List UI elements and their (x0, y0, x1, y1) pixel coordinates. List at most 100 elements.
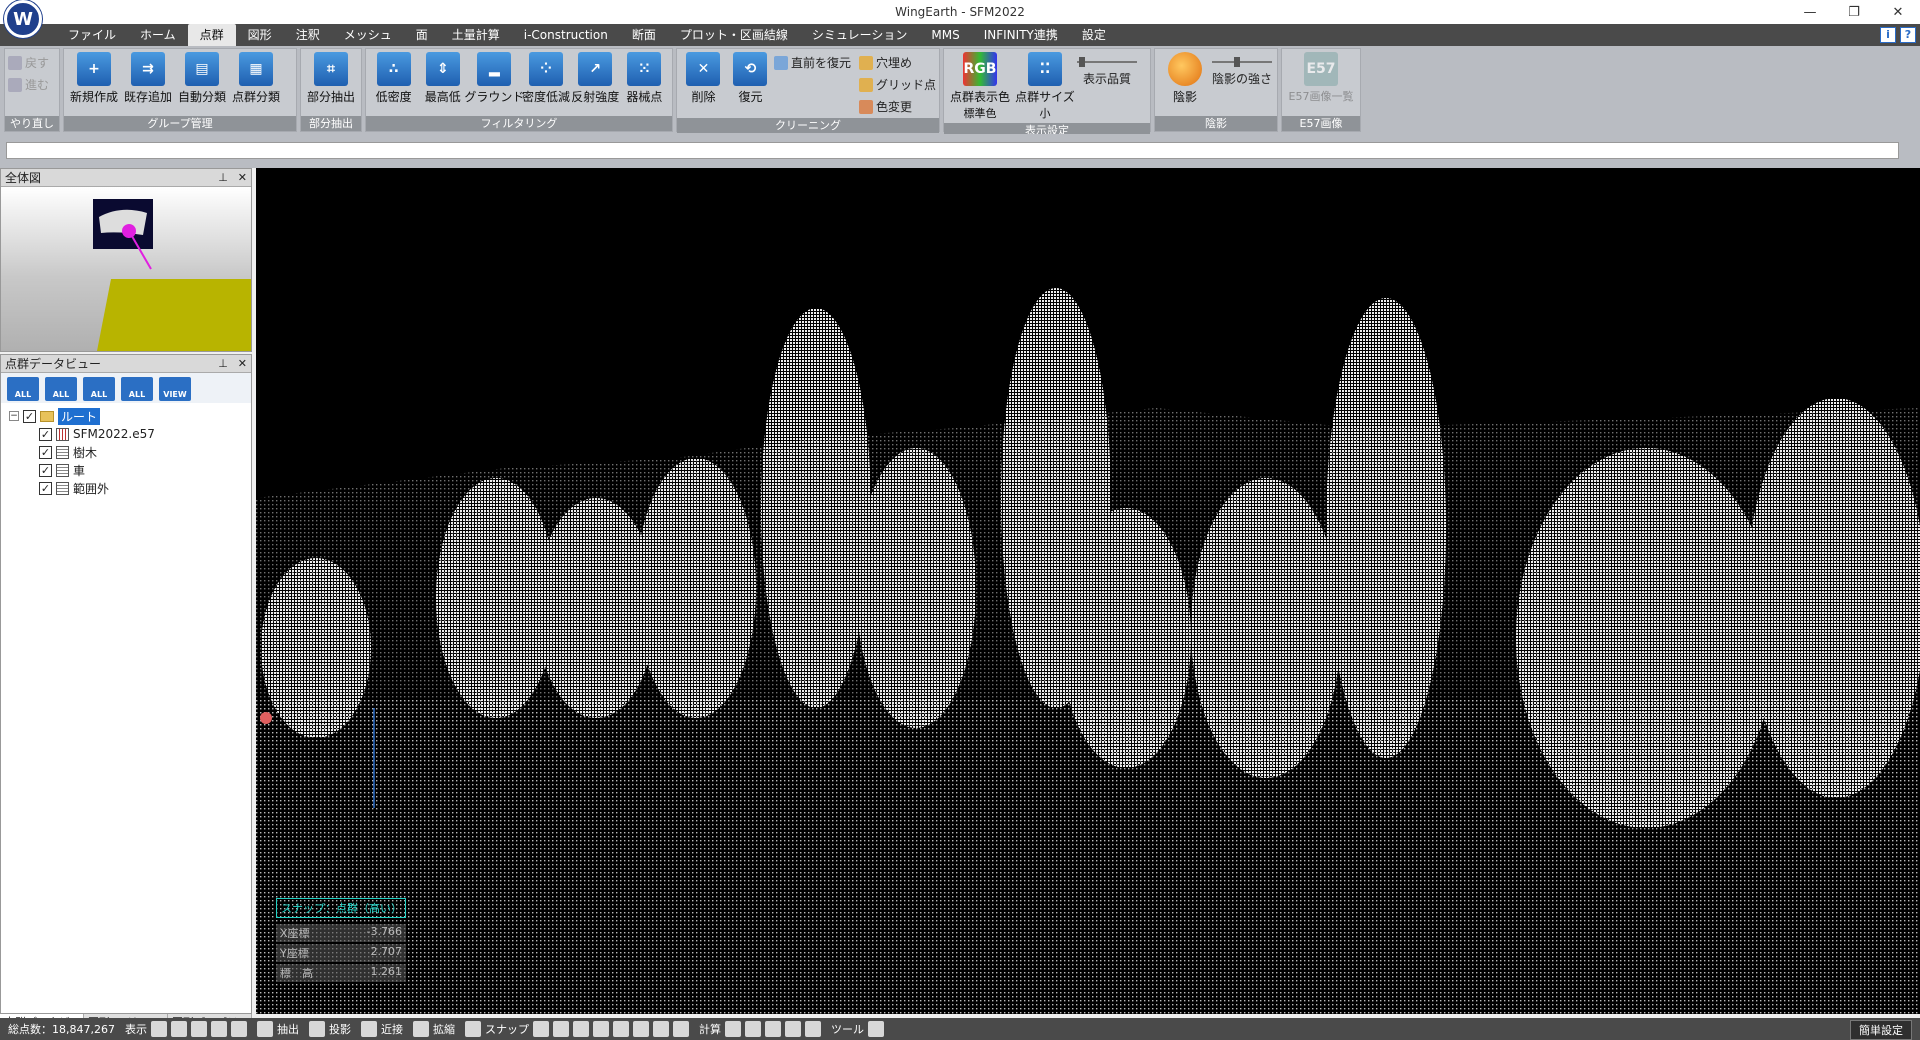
classify-button[interactable]: ▦ 点群分類 (229, 51, 283, 114)
tab-point-cloud[interactable]: 点群 (187, 24, 236, 46)
shading-button[interactable]: 陰影 (1158, 51, 1212, 114)
tab-i-construction[interactable]: i-Construction (512, 24, 620, 46)
snap-mode-icon[interactable] (552, 1021, 569, 1037)
point-color-button[interactable]: RGB 点群表示色 標準色 (947, 51, 1013, 121)
zoom-icon[interactable] (464, 1021, 481, 1037)
color-change-button[interactable]: 色変更 (858, 97, 936, 116)
view-button[interactable]: VIEW (159, 377, 191, 401)
tab-section[interactable]: 断面 (620, 24, 668, 46)
3d-viewport[interactable]: スナップ：点群（高い） X座標 -3.766 Y座標 2.707 標 高 1.261 (256, 168, 1920, 1014)
snap-mode-icon[interactable] (532, 1021, 549, 1037)
fill-holes-button[interactable]: 穴埋め (858, 53, 936, 72)
snap-mode-icon[interactable] (652, 1021, 669, 1037)
delete-button[interactable]: ✕ 削除 (680, 51, 727, 116)
group-shading: 陰影 陰影の強さ 陰影 (1154, 48, 1278, 132)
grid-points-button[interactable]: グリッド点 (858, 75, 936, 94)
restore-previous-button[interactable]: 直前を復元 (773, 53, 851, 72)
restore-button[interactable]: ❐ (1832, 0, 1876, 24)
display-mode-icon[interactable] (190, 1021, 207, 1037)
snap-mode-icon[interactable] (612, 1021, 629, 1037)
calc-mode-icon[interactable] (804, 1021, 821, 1037)
item-checkbox[interactable]: ✓ (39, 427, 52, 441)
tree-item[interactable]: ✓ 車 (9, 461, 251, 479)
tab-surface[interactable]: 面 (404, 24, 440, 46)
add-existing-button[interactable]: ⇉ 既存追加 (121, 51, 175, 114)
e57-list-button[interactable]: E57 E57画像一覧 (1285, 51, 1357, 114)
near-icon[interactable] (360, 1021, 377, 1037)
easy-settings-button[interactable]: 簡単設定 (1850, 1020, 1912, 1040)
tab-settings[interactable]: 設定 (1070, 24, 1118, 46)
tab-plot[interactable]: プロット・区画結線 (668, 24, 800, 46)
tree-item[interactable]: ✓ SFM2022.e57 (9, 425, 251, 443)
select-all-button[interactable]: ALL (7, 377, 39, 401)
tab-shapes[interactable]: 図形 (236, 24, 284, 46)
tab-home[interactable]: ホーム (128, 24, 188, 46)
new-group-button[interactable]: + 新規作成 (67, 51, 121, 114)
calc-mode-icon[interactable] (764, 1021, 781, 1037)
projection-icon[interactable] (308, 1021, 325, 1037)
snap-mode-icon[interactable] (632, 1021, 649, 1037)
tree-item[interactable]: ✓ 樹木 (9, 443, 251, 461)
tab-annotation[interactable]: 注釈 (284, 24, 332, 46)
item-checkbox[interactable]: ✓ (39, 481, 52, 495)
tree-root[interactable]: − ✓ ルート (9, 407, 251, 425)
snap-mode-icon[interactable] (672, 1021, 689, 1037)
info-icon[interactable]: i (1880, 27, 1896, 43)
reflectance-button[interactable]: ↗ 反射強度 (571, 51, 620, 114)
partial-extract-button[interactable]: ⌗ 部分抽出 (304, 51, 358, 114)
display-mode-icon[interactable] (210, 1021, 227, 1037)
tab-earthwork[interactable]: 土量計算 (440, 24, 512, 46)
undo-button[interactable]: 戻す (8, 53, 49, 72)
redo-button[interactable]: 進む (8, 75, 49, 94)
group-label-shading: 陰影 (1155, 116, 1277, 131)
uncheck-all-button[interactable]: ALL (121, 377, 153, 401)
point-size-button[interactable]: ⁚⁚ 点群サイズ小 (1013, 51, 1077, 121)
display-quality-slider[interactable] (1077, 57, 1137, 67)
help-icon[interactable]: ? (1900, 27, 1916, 43)
ground-button[interactable]: ▂ グラウンド (464, 51, 524, 114)
minimize-button[interactable]: — (1788, 0, 1832, 24)
tab-mms[interactable]: MMS (919, 24, 971, 46)
tab-file[interactable]: ファイル (56, 24, 128, 46)
low-density-button[interactable]: ∴ 低密度 (369, 51, 418, 114)
slider-knob[interactable] (1234, 57, 1240, 67)
point-cloud-render (256, 288, 1920, 1014)
lowest-high-button[interactable]: ⇕ 最高低 (418, 51, 467, 114)
density-reduce-button[interactable]: ⁘ 密度低減 (521, 51, 570, 114)
display-mode-icon[interactable] (150, 1021, 167, 1037)
calc-mode-icon[interactable] (784, 1021, 801, 1037)
snap-mode-icon[interactable] (592, 1021, 609, 1037)
calc-mode-icon[interactable] (724, 1021, 741, 1037)
collapse-icon[interactable]: − (9, 411, 19, 421)
tree-item[interactable]: ✓ 範囲外 (9, 479, 251, 497)
panel-close-icon[interactable]: ✕ (238, 357, 247, 370)
panel-close-icon[interactable]: ✕ (238, 171, 247, 184)
snap-mode-icon[interactable] (572, 1021, 589, 1037)
slider-knob[interactable] (1079, 57, 1085, 67)
item-checkbox[interactable]: ✓ (39, 463, 52, 477)
close-button[interactable]: ✕ (1876, 0, 1920, 24)
display-mode-icon[interactable] (230, 1021, 247, 1037)
tab-infinity[interactable]: INFINITY連携 (972, 24, 1070, 46)
pin-icon[interactable]: ⊥ (218, 357, 228, 370)
overview-canvas[interactable] (1, 187, 251, 351)
auto-classify-button[interactable]: ▤ 自動分類 (175, 51, 229, 114)
check-all-button[interactable]: ALL (83, 377, 115, 401)
pin-icon[interactable]: ⊥ (218, 171, 228, 184)
root-checkbox[interactable]: ✓ (23, 409, 36, 423)
app-logo-icon[interactable]: W (4, 0, 42, 38)
item-checkbox[interactable]: ✓ (39, 445, 52, 459)
display-mode-icon[interactable] (170, 1021, 187, 1037)
expand-all-button[interactable]: ALL (45, 377, 77, 401)
tab-simulation[interactable]: シミュレーション (800, 24, 920, 46)
extract-icon[interactable] (256, 1021, 273, 1037)
camera-icon[interactable] (412, 1021, 429, 1037)
machine-points-button[interactable]: ⁙ 器械点 (620, 51, 669, 114)
calc-mode-icon[interactable] (744, 1021, 761, 1037)
overview-title: 全体図 (5, 171, 42, 185)
tools-icon[interactable] (867, 1021, 884, 1037)
restore-points-button[interactable]: ⟲ 復元 (727, 51, 774, 116)
shading-strength-slider[interactable] (1212, 57, 1272, 67)
tab-mesh[interactable]: メッシュ (332, 24, 404, 46)
command-input[interactable] (6, 142, 1899, 159)
